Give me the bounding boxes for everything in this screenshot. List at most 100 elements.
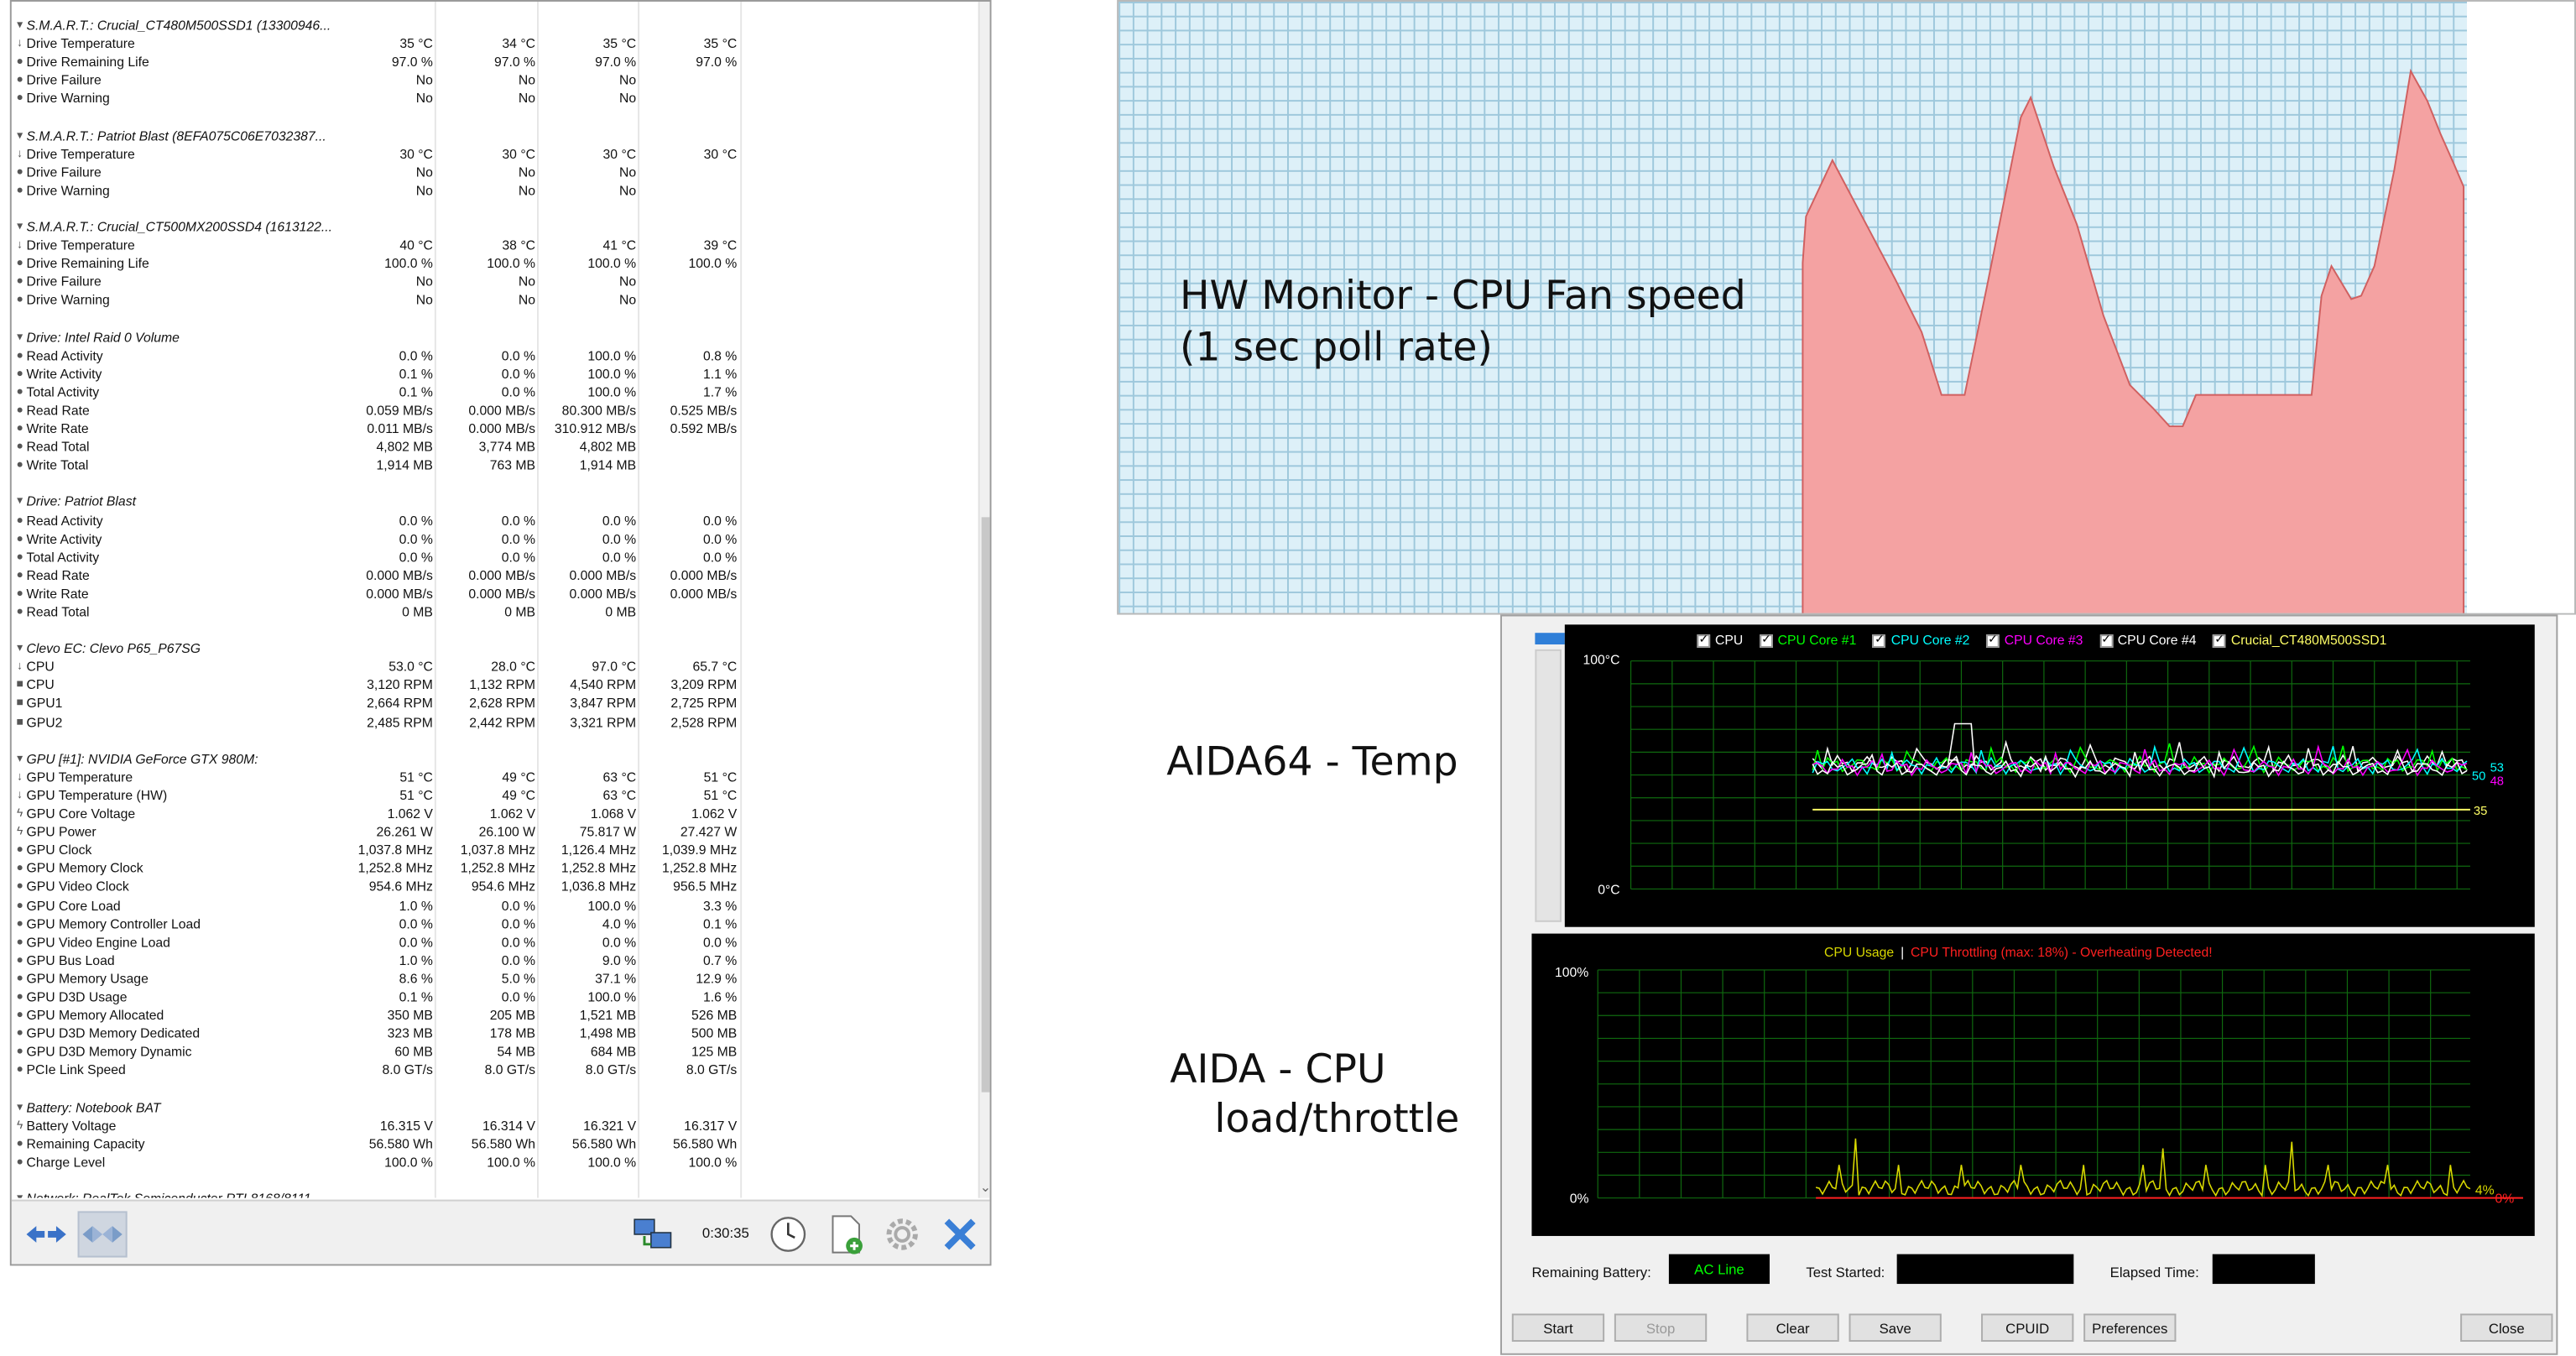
close-button[interactable]: Close: [2460, 1313, 2553, 1342]
sensor-row[interactable]: ϟ GPU Core Voltage 1.062 V 1.062 V 1.068 V 1.…: [12, 805, 970, 823]
side-panel: [1535, 649, 1562, 922]
current-value: 0.0 %: [399, 531, 433, 547]
sensor-row[interactable]: ● Read Total 0 MB 0 MB 0 MB: [12, 603, 970, 622]
sensor-list[interactable]: ▾ S.M.A.R.T.: Crucial_CT480M500SSD1 (1330…: [12, 1, 970, 1198]
sensor-row[interactable]: ● Remaining Capacity 56.580 Wh 56.580 Wh 56.…: [12, 1134, 970, 1153]
cpuid-button[interactable]: CPUID: [1981, 1313, 2074, 1342]
min-value: 0.0 %: [501, 347, 536, 363]
sensor-row[interactable]: ● Write Activity 0.1 % 0.0 % 100.0 % 1.1 %: [12, 365, 970, 383]
sensor-row[interactable]: ● Total Activity 0.1 % 0.0 % 100.0 % 1.7 %: [12, 383, 970, 402]
sensor-row[interactable]: ■ GPU1 2,664 RPM 2,628 RPM 3,847 RPM 2,725 RP…: [12, 695, 970, 713]
settings-gear-icon[interactable]: [878, 1211, 927, 1257]
sensor-row[interactable]: ● GPU Core Load 1.0 % 0.0 % 100.0 % 3.3 %: [12, 896, 970, 915]
sensor-name: Drive: Patriot Blast: [26, 494, 136, 510]
sensor-row[interactable]: ● Drive Warning No No No: [12, 90, 970, 108]
preferences-button[interactable]: Preferences: [2083, 1313, 2177, 1342]
sensor-row[interactable]: ● Charge Level 100.0 % 100.0 % 100.0 % 100.0 …: [12, 1153, 970, 1171]
scroll-down-arrow-icon[interactable]: ⌄: [980, 1180, 990, 1195]
stop-button[interactable]: Stop: [1614, 1313, 1708, 1342]
sensor-row[interactable]: ■ CPU 3,120 RPM 1,132 RPM 4,540 RPM 3,209 RPM: [12, 676, 970, 695]
max-value: 63 °C: [602, 788, 637, 803]
sensor-group-header[interactable]: ▾ S.M.A.R.T.: Crucial_CT500MX200SSD4 (161…: [12, 218, 970, 237]
sensor-name: Write Activity: [26, 366, 102, 382]
min-value: 2,442 RPM: [469, 714, 536, 730]
sensor-row[interactable]: ● Drive Failure No No No: [12, 274, 970, 292]
sensor-row[interactable]: ● GPU D3D Usage 0.1 % 0.0 % 100.0 % 1.6 %: [12, 988, 970, 1007]
avg-value: 1.6 %: [702, 989, 738, 1005]
cpu-right-usage: 4%: [2474, 1182, 2495, 1198]
sensor-row[interactable]: ● Drive Remaining Life 97.0 % 97.0 % 97.0 % 9…: [12, 53, 970, 71]
sensor-row[interactable]: ↓ Drive Temperature 40 °C 38 °C 41 °C 39 °C: [12, 237, 970, 255]
sensor-row[interactable]: ● Write Rate 0.011 MB/s 0.000 MB/s 310.912 M…: [12, 420, 970, 438]
sensor-row[interactable]: ↓ GPU Temperature (HW) 51 °C 49 °C 63 °C 51 °…: [12, 786, 970, 805]
sensor-row[interactable]: ● GPU Memory Clock 1,252.8 MHz 1,252.8 MHz 1…: [12, 860, 970, 879]
sensor-row[interactable]: ● GPU D3D Memory Dedicated 323 MB 178 MB 1,4…: [12, 1025, 970, 1043]
layout-arrows-icon[interactable]: [77, 1211, 128, 1258]
sensor-row[interactable]: ● GPU Video Engine Load 0.0 % 0.0 % 0.0 % 0.0…: [12, 933, 970, 952]
nav-arrows-icon[interactable]: [22, 1211, 71, 1257]
sensor-type-icon: ●: [16, 93, 23, 105]
min-value: 0.000 MB/s: [468, 421, 536, 436]
sensor-row[interactable]: ● Read Activity 0.0 % 0.0 % 100.0 % 0.8 %: [12, 347, 970, 365]
sensor-row[interactable]: ● GPU Memory Usage 8.6 % 5.0 % 37.1 % 12.9 %: [12, 970, 970, 988]
sensor-row[interactable]: ● Read Rate 0.059 MB/s 0.000 MB/s 80.300 MB/…: [12, 401, 970, 420]
scrollbar-thumb[interactable]: [981, 517, 990, 1093]
sensor-row[interactable]: ϟ GPU Power 26.261 W 26.100 W 75.817 W 27.427…: [12, 823, 970, 842]
sensor-group-header[interactable]: ▾ S.M.A.R.T.: Crucial_CT480M500SSD1 (1330…: [12, 17, 970, 35]
sensor-row[interactable]: ↓ GPU Temperature 51 °C 49 °C 63 °C 51 °C: [12, 768, 970, 786]
sensor-row[interactable]: ● GPU Clock 1,037.8 MHz 1,037.8 MHz 1,126.4 …: [12, 842, 970, 860]
add-report-icon[interactable]: [821, 1211, 871, 1257]
sensor-row[interactable]: ● Total Activity 0.0 % 0.0 % 0.0 % 0.0 %: [12, 548, 970, 566]
avg-value: 1.1 %: [702, 366, 738, 382]
close-x-icon[interactable]: [936, 1211, 985, 1257]
sensor-row[interactable]: ↓ Drive Temperature 30 °C 30 °C 30 °C 30 °C: [12, 145, 970, 164]
sensor-row[interactable]: ● PCIe Link Speed 8.0 GT/s 8.0 GT/s 8.0 GT/s…: [12, 1061, 970, 1080]
max-value: 100.0 %: [587, 1155, 637, 1170]
sensor-row[interactable]: ● Drive Remaining Life 100.0 % 100.0 % 100.0…: [12, 255, 970, 274]
sensor-row[interactable]: ● GPU Video Clock 954.6 MHz 954.6 MHz 1,036.…: [12, 878, 970, 896]
sensor-row[interactable]: ● Write Rate 0.000 MB/s 0.000 MB/s 0.000 MB/…: [12, 585, 970, 603]
sensor-row[interactable]: ● Drive Failure No No No: [12, 71, 970, 90]
sensor-row[interactable]: ● Write Activity 0.0 % 0.0 % 0.0 % 0.0 %: [12, 529, 970, 548]
save-button[interactable]: Save: [1849, 1313, 1942, 1342]
sensor-row[interactable]: ● Read Rate 0.000 MB/s 0.000 MB/s 0.000 MB/s…: [12, 566, 970, 585]
min-value: 97.0 %: [493, 55, 536, 70]
sensor-group-header[interactable]: ▾ GPU [#1]: NVIDIA GeForce GTX 980M:: [12, 750, 970, 769]
sensor-group-header[interactable]: ▾ S.M.A.R.T.: Patriot Blast (8EFA075C06E7…: [12, 127, 970, 145]
sensor-row[interactable]: ■ GPU2 2,485 RPM 2,442 RPM 3,321 RPM 2,528 RP…: [12, 713, 970, 732]
sensor-row[interactable]: ● Drive Failure No No No: [12, 163, 970, 181]
sensor-type-icon: ●: [16, 386, 23, 399]
expand-icon: ▾: [17, 496, 23, 508]
sensor-row[interactable]: ● Drive Warning No No No: [12, 181, 970, 200]
sensor-type-icon: ϟ: [16, 1119, 23, 1132]
network-icon[interactable]: [628, 1211, 677, 1257]
sensor-group-header[interactable]: ▾Network: RealTek Semiconductor RTL8168/…: [12, 1190, 970, 1198]
sensor-row[interactable]: ● Read Total 4,802 MB 3,774 MB 4,802 MB: [12, 438, 970, 456]
sensor-group-header[interactable]: ▾ Drive: Patriot Blast: [12, 493, 970, 512]
sensor-row[interactable]: ● GPU Memory Controller Load 0.0 % 0.0 % 4.0…: [12, 915, 970, 933]
sensor-row[interactable]: ↓ Drive Temperature 35 °C 34 °C 35 °C 35 °C: [12, 35, 970, 54]
max-value: No: [618, 293, 637, 309]
avg-value: 1,039.9 MHz: [661, 842, 738, 858]
sensor-group-header[interactable]: ▾ Battery: Notebook BAT: [12, 1098, 970, 1117]
clear-button[interactable]: Clear: [1746, 1313, 1839, 1342]
row-spacer: [12, 310, 970, 328]
sensor-row[interactable]: ● GPU Memory Allocated 350 MB 205 MB 1,521 M…: [12, 1006, 970, 1025]
elapsed-time-value: [2212, 1254, 2315, 1285]
sensor-row[interactable]: ● Read Activity 0.0 % 0.0 % 0.0 % 0.0 %: [12, 512, 970, 530]
expand-icon: ▾: [17, 753, 23, 765]
sensor-row[interactable]: ϟ Battery Voltage 16.315 V 16.314 V 16.321 V…: [12, 1116, 970, 1134]
sensor-row[interactable]: ● GPU Bus Load 1.0 % 0.0 % 9.0 % 0.7 %: [12, 952, 970, 970]
start-button[interactable]: Start: [1511, 1313, 1605, 1342]
sensor-group-header[interactable]: ▾ Drive: Intel Raid 0 Volume: [12, 328, 970, 347]
min-value: 0.0 %: [501, 989, 536, 1005]
sensor-row[interactable]: ● GPU D3D Memory Dynamic 60 MB 54 MB 684 MB 1…: [12, 1043, 970, 1061]
sensor-row[interactable]: ● Write Total 1,914 MB 763 MB 1,914 MB: [12, 456, 970, 475]
sensor-row[interactable]: ● Drive Warning No No No: [12, 291, 970, 310]
sensor-group-header[interactable]: ▾ Clevo EC: Clevo P65_P67SG: [12, 639, 970, 658]
sensor-row[interactable]: ↓ CPU 53.0 °C 28.0 °C 97.0 °C 65.7 °C: [12, 658, 970, 676]
vertical-scrollbar[interactable]: [978, 1, 990, 1198]
sensor-type-icon: ●: [16, 295, 23, 307]
clock-icon[interactable]: [764, 1211, 813, 1257]
min-value: 0.0 %: [501, 513, 536, 529]
